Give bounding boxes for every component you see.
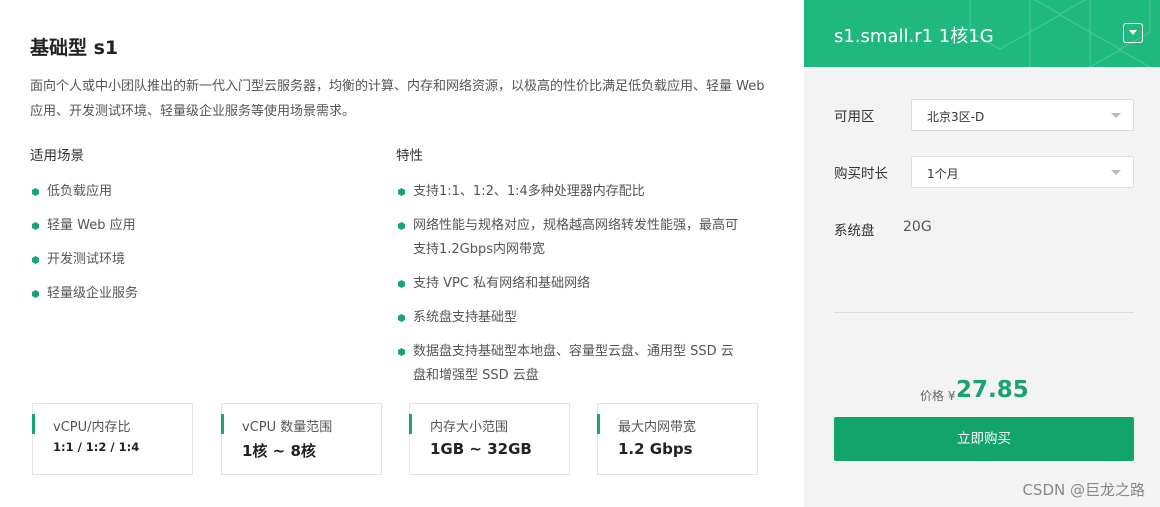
spec-label: vCPU 数量范围 bbox=[242, 420, 333, 435]
disk-value: 20G bbox=[903, 219, 932, 235]
bullet-icon bbox=[398, 222, 405, 230]
product-description: 面向个人或中小团队推出的新一代入门型云服务器，均衡的计算、内存和网络资源，以极高… bbox=[30, 79, 765, 119]
accent-bar bbox=[221, 414, 224, 434]
divider bbox=[834, 312, 1134, 313]
spec-dropdown-icon[interactable] bbox=[1123, 23, 1143, 43]
accent-bar bbox=[409, 414, 412, 434]
feature-item: 支持 VPC 私有网络和基础网络 bbox=[396, 272, 746, 296]
feature-item: 支持1:1、1:2、1:4多种处理器内存配比 bbox=[396, 180, 746, 204]
bullet-icon bbox=[32, 222, 39, 230]
buy-now-button[interactable]: 立即购买 bbox=[834, 417, 1134, 461]
scenario-item: 轻量级企业服务 bbox=[30, 282, 370, 306]
accent-bar bbox=[32, 414, 35, 434]
disk-label: 系统盘 bbox=[834, 223, 875, 239]
bullet-icon bbox=[32, 290, 39, 298]
accent-bar bbox=[597, 414, 600, 434]
chevron-down-icon bbox=[1111, 170, 1121, 175]
price-value: 27.85 bbox=[956, 377, 1029, 403]
watermark: CSDN @巨龙之路 bbox=[1022, 481, 1145, 499]
spec-value: 1:1 / 1:2 / 1:4 bbox=[53, 440, 140, 454]
scenario-item: 开发测试环境 bbox=[30, 248, 370, 272]
duration-label: 购买时长 bbox=[834, 166, 888, 182]
bullet-icon bbox=[398, 280, 405, 288]
bullet-icon bbox=[32, 188, 39, 196]
spec-label: 最大内网带宽 bbox=[618, 420, 697, 435]
price-label: 价格 ¥ bbox=[920, 389, 956, 403]
spec-value: 1GB ~ 32GB bbox=[430, 440, 532, 458]
zone-label: 可用区 bbox=[834, 109, 875, 125]
spec-value: 1.2 Gbps bbox=[618, 440, 693, 458]
spec-card-memory: 内存大小范围 1GB ~ 32GB bbox=[409, 403, 570, 475]
scenarios-list: 低负载应用 轻量 Web 应用 开发测试环境 轻量级企业服务 bbox=[30, 180, 370, 316]
bullet-icon bbox=[32, 256, 39, 264]
spec-label: 内存大小范围 bbox=[430, 420, 509, 435]
zone-select-value: 北京3区-D bbox=[927, 110, 985, 124]
spec-value: 1核 ~ 8核 bbox=[242, 442, 316, 460]
product-title: 基础型 s1 bbox=[30, 37, 119, 59]
bullet-icon bbox=[398, 314, 405, 322]
features-list: 支持1:1、1:2、1:4多种处理器内存配比 网络性能与规格对应，规格越高网络转… bbox=[396, 180, 746, 398]
instance-header: s1.small.r1 1核1G bbox=[804, 0, 1160, 67]
duration-select-value: 1个月 bbox=[927, 167, 959, 181]
spec-card-ratio: vCPU/内存比 1:1 / 1:2 / 1:4 bbox=[32, 403, 193, 475]
scenarios-heading: 适用场景 bbox=[30, 148, 84, 164]
chevron-down-icon bbox=[1111, 113, 1121, 118]
features-heading: 特性 bbox=[396, 148, 423, 164]
spec-card-bandwidth: 最大内网带宽 1.2 Gbps bbox=[597, 403, 758, 475]
feature-item: 网络性能与规格对应，规格越高网络转发性能强，最高可支持1.2Gbps内网带宽 bbox=[396, 214, 746, 262]
scenario-item: 低负载应用 bbox=[30, 180, 370, 204]
bullet-icon bbox=[398, 188, 405, 196]
spec-card-vcpu: vCPU 数量范围 1核 ~ 8核 bbox=[221, 403, 382, 475]
feature-item: 数据盘支持基础型本地盘、容量型云盘、通用型 SSD 云盘和增强型 SSD 云盘 bbox=[396, 340, 746, 388]
zone-select[interactable]: 北京3区-D bbox=[911, 99, 1134, 131]
spec-label: vCPU/内存比 bbox=[53, 420, 131, 435]
scenario-item: 轻量 Web 应用 bbox=[30, 214, 370, 238]
purchase-panel: s1.small.r1 1核1G 可用区 北京3区-D 购买时长 1个月 系统盘… bbox=[804, 0, 1160, 507]
bullet-icon bbox=[398, 348, 405, 356]
instance-spec-title: s1.small.r1 1核1G bbox=[834, 26, 994, 47]
duration-select[interactable]: 1个月 bbox=[911, 156, 1134, 188]
feature-item: 系统盘支持基础型 bbox=[396, 306, 746, 330]
product-info-panel: 基础型 s1 面向个人或中小团队推出的新一代入门型云服务器，均衡的计算、内存和网… bbox=[0, 0, 804, 507]
